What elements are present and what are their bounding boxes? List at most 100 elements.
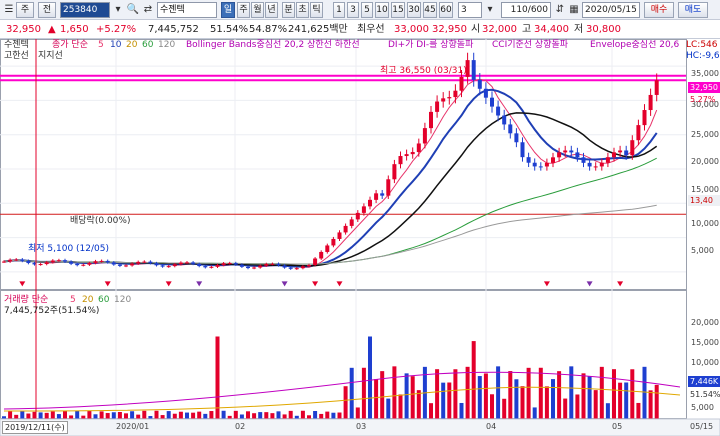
interval-3-button[interactable]: 3 — [347, 2, 359, 18]
candle-body — [477, 79, 482, 89]
volume-bar — [313, 411, 318, 419]
legend-ma60[interactable]: 60 — [142, 40, 153, 51]
legend-ma120[interactable]: 120 — [158, 40, 175, 51]
volume-bar — [490, 394, 494, 419]
legend-ma20[interactable]: 20 — [126, 40, 137, 51]
legend-ma10[interactable]: 10 — [110, 40, 121, 51]
interval-30-button[interactable]: 30 — [407, 2, 421, 18]
candle-body — [447, 97, 452, 99]
candle-body — [270, 263, 275, 265]
candle-body — [526, 157, 531, 163]
buy-button[interactable]: 매수 — [644, 2, 674, 18]
volume-title[interactable]: 거래량 단순 — [4, 295, 48, 306]
candle-body — [416, 143, 421, 153]
period-week-button[interactable]: 주 — [237, 2, 250, 18]
legend-resistance[interactable]: 고한선 — [4, 51, 29, 62]
legend-ma-label[interactable]: 종가 단순 — [52, 40, 88, 51]
volume-bar — [191, 412, 196, 419]
candle-body — [288, 267, 293, 269]
date-input[interactable]: 2020/05/15 — [582, 2, 640, 18]
volume-bar — [81, 415, 86, 419]
volume-ma60[interactable]: 60 — [98, 295, 109, 306]
period-minute-button[interactable]: 분 — [282, 2, 295, 18]
interval-10-button[interactable]: 10 — [375, 2, 389, 18]
legend-envelope[interactable]: Envelope중심선 20,6 — [590, 40, 686, 51]
candle-body — [581, 157, 586, 163]
price-tick: 15,000 — [691, 185, 719, 194]
search-icon[interactable]: 🔍 — [126, 3, 140, 17]
market-dropdown[interactable]: 전 — [38, 2, 56, 18]
range-display: 110/600 — [501, 2, 551, 18]
change-arrow-icon: ▲ — [48, 24, 56, 35]
volume-current-tag: 7,446K — [688, 376, 720, 387]
volume-tick: 20,000 — [691, 318, 719, 327]
volume-bar — [300, 410, 305, 419]
high-annotation: 최고 36,550 (03/31) — [380, 66, 467, 76]
candle-body — [264, 263, 269, 266]
volume-ma120[interactable]: 120 — [114, 295, 131, 306]
legend-ma5[interactable]: 5 — [98, 40, 104, 51]
period-tick-button[interactable]: 틱 — [310, 2, 323, 18]
volume-ma5[interactable]: 5 — [70, 295, 76, 306]
code-dropdown-icon[interactable]: ▾ — [111, 3, 125, 17]
price-tick: 10,000 — [691, 219, 719, 228]
volume-bar — [197, 411, 202, 419]
legend-cci[interactable]: CCI기준선 상향돌파 — [492, 40, 568, 51]
volume-bar — [496, 366, 501, 419]
candle-body — [26, 260, 31, 264]
volume-bar — [459, 402, 464, 419]
volume-ma20[interactable]: 20 — [82, 295, 93, 306]
candle-body — [203, 266, 208, 268]
current-price: 32,950 — [6, 24, 41, 35]
stock-link-icon[interactable]: ⇄ — [141, 3, 155, 17]
volume-bar — [172, 413, 177, 419]
volume-bar — [551, 379, 555, 419]
legend-hc: HC:-9,6 — [686, 51, 720, 61]
chart-area[interactable]: 수젠텍 종가 단순 5 10 20 60 120 Bollinger Bands… — [0, 39, 720, 436]
stock-chart[interactable] — [0, 39, 720, 436]
volume-bar — [136, 414, 141, 419]
volume-bar — [154, 410, 159, 419]
menu-dropdown[interactable]: 주 — [16, 2, 34, 18]
candle-body — [410, 152, 415, 155]
legend-support[interactable]: 지지선 — [38, 51, 63, 62]
count-input[interactable]: 3 — [458, 2, 482, 18]
calendar-dropdown-icon[interactable]: ▦ — [567, 3, 581, 17]
trade-volume: 7,445,752 — [148, 24, 199, 35]
period-day-button[interactable]: 일 — [221, 2, 235, 18]
interval-5-button[interactable]: 5 — [361, 2, 373, 18]
legend-dmi[interactable]: DI+가 DI-를 상향돌파 — [388, 40, 473, 51]
interval-1-button[interactable]: 1 — [333, 2, 345, 18]
candle-body — [459, 76, 464, 91]
sell-button[interactable]: 매도 — [678, 2, 708, 18]
cursor-date: 2019/12/11(수) — [2, 421, 68, 434]
legend-bollinger[interactable]: Bollinger Bands중심선 20,2 상한선 하한선 — [186, 40, 360, 51]
toolbar: ☰ 주 전 253840 ▾ 🔍 ⇄ 수젠텍 일 주 월 년 분 초 틱 1 3… — [0, 0, 720, 20]
candle-body — [349, 219, 354, 226]
candle-body — [538, 166, 543, 168]
candle-body — [246, 266, 250, 269]
volume-bar — [435, 369, 440, 419]
candle-body — [99, 260, 104, 262]
candle-body — [87, 262, 92, 265]
period-second-button[interactable]: 초 — [296, 2, 309, 18]
volume-bar — [264, 412, 269, 419]
menu-icon[interactable]: ☰ — [2, 3, 16, 17]
volume-bar — [75, 410, 80, 419]
volume-bar — [288, 410, 293, 419]
stock-code-input[interactable]: 253840 — [60, 2, 110, 18]
candle-body — [422, 128, 427, 144]
candle-body — [252, 267, 257, 269]
volume-bar — [557, 371, 562, 419]
stock-name-field[interactable]: 수젠텍 — [157, 2, 217, 18]
period-year-button[interactable]: 년 — [265, 2, 278, 18]
volume-bar — [50, 411, 55, 419]
count-dropdown-icon[interactable]: ▾ — [483, 3, 497, 17]
period-month-button[interactable]: 월 — [251, 2, 264, 18]
interval-60-button[interactable]: 60 — [439, 2, 453, 18]
volume-bar — [99, 411, 104, 419]
interval-15-button[interactable]: 15 — [391, 2, 405, 18]
range-spin-icon[interactable]: ⇵ — [553, 3, 567, 17]
volume-bar — [544, 386, 549, 419]
interval-45-button[interactable]: 45 — [423, 2, 437, 18]
